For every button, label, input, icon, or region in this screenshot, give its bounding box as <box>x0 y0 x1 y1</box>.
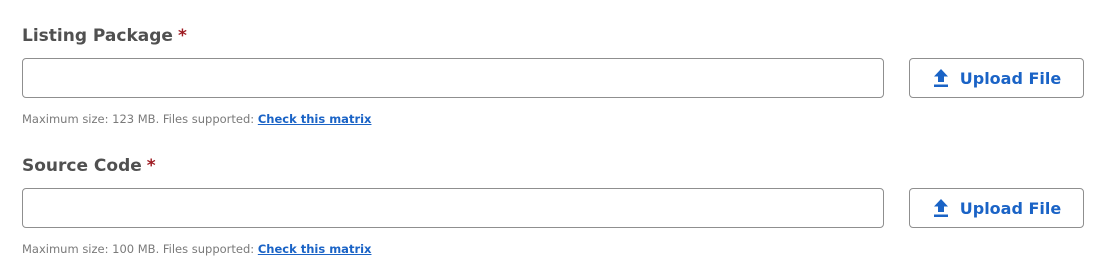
upload-button-label: Upload File <box>959 68 1062 88</box>
upload-button-label: Upload File <box>959 198 1062 218</box>
listing-package-row: Upload File <box>22 58 1084 98</box>
listing-package-label: Listing Package * <box>22 26 187 46</box>
listing-package-input[interactable] <box>22 58 884 98</box>
required-asterisk: * <box>146 156 156 176</box>
check-matrix-link[interactable]: Check this matrix <box>258 112 372 126</box>
source-code-input[interactable] <box>22 188 884 228</box>
source-code-hint: Maximum size: 100 MB. Files supported: C… <box>22 242 372 256</box>
source-code-row: Upload File <box>22 188 1084 228</box>
listing-package-hint: Maximum size: 123 MB. Files supported: C… <box>22 112 372 126</box>
check-matrix-link[interactable]: Check this matrix <box>258 242 372 256</box>
upload-arrow-icon <box>932 198 950 218</box>
source-code-field: Source Code * Upload File Maximum size: 1… <box>22 154 1084 257</box>
upload-arrow-icon <box>932 68 950 88</box>
source-code-label: Source Code * <box>22 156 156 176</box>
listing-package-field: Listing Package * Upload File Maximum siz… <box>22 24 1084 127</box>
required-asterisk: * <box>177 26 187 46</box>
source-code-upload-button[interactable]: Upload File <box>909 188 1084 228</box>
listing-package-upload-button[interactable]: Upload File <box>909 58 1084 98</box>
